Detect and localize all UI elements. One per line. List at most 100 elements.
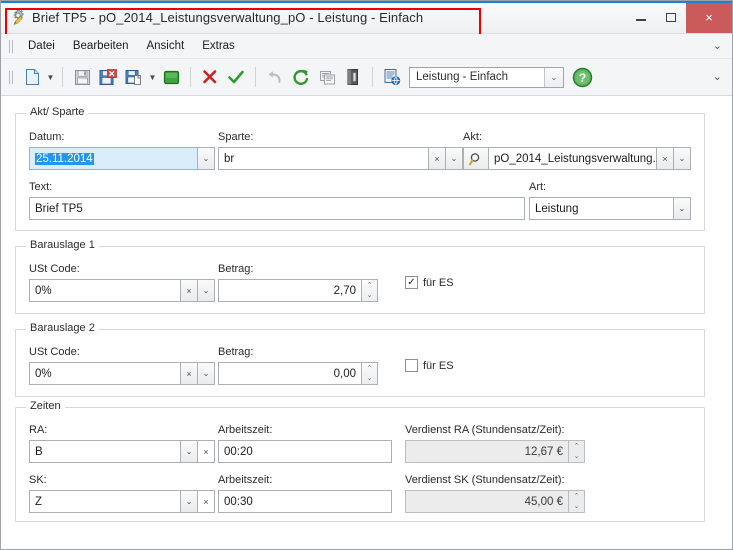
sk-combo[interactable]: Z ⌄ × xyxy=(29,490,215,513)
sk-clear-icon[interactable]: × xyxy=(198,490,215,513)
minimize-button[interactable] xyxy=(626,1,656,33)
ra-arbeitszeit-input[interactable]: 00:20 xyxy=(218,440,392,463)
menu-item-ansicht[interactable]: Ansicht xyxy=(137,37,193,55)
ust-code-1-combo[interactable]: 0% × ⌄ xyxy=(29,279,215,302)
save-as-icon[interactable] xyxy=(122,65,146,89)
art-input[interactable]: Leistung xyxy=(529,197,674,220)
akt-clear-icon[interactable]: × xyxy=(657,147,674,170)
magnifier-icon[interactable] xyxy=(463,147,488,170)
verdienst-ra-value: 12,67 € xyxy=(524,445,563,458)
delete-red-x-icon[interactable] xyxy=(198,65,222,89)
copy-records-icon[interactable] xyxy=(315,65,339,89)
betrag-2-input[interactable]: 0,00 xyxy=(218,362,362,385)
akt-lookup[interactable]: pO_2014_Leistungsverwaltung... × ⌄ xyxy=(463,147,691,170)
sk-arbeitszeit-input[interactable]: 00:30 xyxy=(218,490,392,513)
text-input[interactable]: Brief TP5 xyxy=(29,197,525,220)
ust-code-2-combo[interactable]: 0% × ⌄ xyxy=(29,362,215,385)
group-akt-sparte: Akt/ Sparte Datum: 25.11.2014 ⌄ Sparte: … xyxy=(15,106,705,231)
betrag-2-stepper[interactable]: ⌃ ⌄ xyxy=(362,362,378,385)
maximize-icon xyxy=(666,12,676,22)
fuer-es-2-checkmark-icon xyxy=(405,359,418,372)
save-as-dropdown-chevron-down-icon[interactable]: ▼ xyxy=(147,65,158,89)
text-field-wrap[interactable]: Brief TP5 xyxy=(29,197,525,220)
fuer-es-2-checkbox[interactable]: für ES xyxy=(405,359,454,372)
view-mode-chevron-down-icon[interactable]: ⌄ xyxy=(544,67,563,87)
new-document-dropdown-chevron-down-icon[interactable]: ▼ xyxy=(45,65,56,89)
sk-arbeitszeit-field[interactable]: 00:30 xyxy=(218,490,392,513)
betrag-1-stepper[interactable]: ⌃ ⌄ xyxy=(362,279,378,302)
toolbar-separator xyxy=(190,67,191,87)
ust-code-2-input[interactable]: 0% xyxy=(29,362,181,385)
gear-pencil-icon xyxy=(9,8,27,26)
report-web-icon[interactable] xyxy=(380,65,404,89)
betrag-1-input[interactable]: 2,70 xyxy=(218,279,362,302)
verdienst-ra-stepper[interactable]: ⌃ ⌄ xyxy=(569,440,585,463)
ra-chevron-down-icon[interactable]: ⌄ xyxy=(181,440,198,463)
save-icon[interactable] xyxy=(70,65,94,89)
redo-icon[interactable] xyxy=(289,65,313,89)
menu-item-extras[interactable]: Extras xyxy=(193,37,244,55)
close-button[interactable]: × xyxy=(686,1,732,33)
verdienst-sk-spinner[interactable]: 45,00 € ⌃ ⌄ xyxy=(405,490,585,513)
confirm-green-check-icon[interactable] xyxy=(224,65,248,89)
akt-chevron-down-icon[interactable]: ⌄ xyxy=(674,147,691,170)
sparte-input[interactable]: br xyxy=(218,147,429,170)
menu-item-datei[interactable]: Datei xyxy=(19,37,64,55)
verdienst-ra-spin-down-icon[interactable]: ⌄ xyxy=(569,452,584,463)
save-close-icon[interactable] xyxy=(96,65,120,89)
ust-code-1-clear-icon[interactable]: × xyxy=(181,279,198,302)
verdienst-ra-spinner[interactable]: 12,67 € ⌃ ⌄ xyxy=(405,440,585,463)
label-verdienst-ra: Verdienst RA (Stundensatz/Zeit): xyxy=(405,424,565,436)
sparte-clear-icon[interactable]: × xyxy=(429,147,446,170)
help-icon[interactable]: ? xyxy=(570,65,594,89)
datum-input[interactable]: 25.11.2014 xyxy=(29,147,198,170)
toolbar-separator xyxy=(372,67,373,87)
ust-code-2-clear-icon[interactable]: × xyxy=(181,362,198,385)
sparte-value: br xyxy=(224,152,235,165)
betrag-1-spin-up-icon[interactable]: ⌃ xyxy=(362,280,377,291)
ust-code-1-input[interactable]: 0% xyxy=(29,279,181,302)
menu-item-bearbeiten[interactable]: Bearbeiten xyxy=(64,37,138,55)
fuer-es-1-checkbox[interactable]: ✓ für ES xyxy=(405,276,454,289)
ra-combo[interactable]: B ⌄ × xyxy=(29,440,215,463)
sparte-combo[interactable]: br × ⌄ xyxy=(218,147,463,170)
verdienst-ra-spin-up-icon[interactable]: ⌃ xyxy=(569,441,584,452)
betrag-2-spin-down-icon[interactable]: ⌄ xyxy=(362,374,377,385)
view-mode-value: Leistung - Einfach xyxy=(416,71,509,83)
ust-code-1-chevron-down-icon[interactable]: ⌄ xyxy=(198,279,215,302)
verdienst-sk-spin-down-icon[interactable]: ⌄ xyxy=(569,502,584,513)
maximize-button[interactable] xyxy=(656,1,686,33)
betrag-1-spin-down-icon[interactable]: ⌄ xyxy=(362,291,377,302)
menu-grip-handle[interactable] xyxy=(9,39,13,53)
ra-input[interactable]: B xyxy=(29,440,181,463)
akt-input[interactable]: pO_2014_Leistungsverwaltung... xyxy=(488,147,662,170)
betrag-2-spinner[interactable]: 0,00 ⌃ ⌄ xyxy=(218,362,378,385)
label-betrag-1: Betrag: xyxy=(218,263,254,275)
datum-combo[interactable]: 25.11.2014 ⌄ xyxy=(29,147,215,170)
sk-input[interactable]: Z xyxy=(29,490,181,513)
menu-overflow-chevron-down-icon[interactable]: ⌄ xyxy=(713,40,722,52)
view-mode-combo[interactable]: Leistung - Einfach ⌄ xyxy=(409,66,564,88)
green-square-icon[interactable] xyxy=(159,65,183,89)
art-chevron-down-icon[interactable]: ⌄ xyxy=(674,197,691,220)
ust-code-2-chevron-down-icon[interactable]: ⌄ xyxy=(198,362,215,385)
svg-text:?: ? xyxy=(578,71,585,85)
art-combo[interactable]: Leistung ⌄ xyxy=(529,197,691,220)
verdienst-sk-spin-up-icon[interactable]: ⌃ xyxy=(569,491,584,502)
betrag-1-spinner[interactable]: 2,70 ⌃ ⌄ xyxy=(218,279,378,302)
fuer-es-2-label: für ES xyxy=(423,359,454,372)
ra-clear-icon[interactable]: × xyxy=(198,440,215,463)
sparte-chevron-down-icon[interactable]: ⌄ xyxy=(446,147,463,170)
ust-code-1-value: 0% xyxy=(35,284,52,297)
sk-chevron-down-icon[interactable]: ⌄ xyxy=(181,490,198,513)
toolbar-overflow-chevron-down-icon[interactable]: ⌄ xyxy=(713,71,722,83)
binder-icon[interactable] xyxy=(341,65,365,89)
label-betrag-2: Betrag: xyxy=(218,346,254,358)
betrag-2-spin-up-icon[interactable]: ⌃ xyxy=(362,363,377,374)
verdienst-sk-stepper[interactable]: ⌃ ⌄ xyxy=(569,490,585,513)
toolbar-grip-handle[interactable] xyxy=(9,70,13,84)
datum-chevron-down-icon[interactable]: ⌄ xyxy=(198,147,215,170)
undo-icon[interactable] xyxy=(263,65,287,89)
new-document-icon[interactable] xyxy=(20,65,44,89)
ra-arbeitszeit-field[interactable]: 00:20 xyxy=(218,440,392,463)
